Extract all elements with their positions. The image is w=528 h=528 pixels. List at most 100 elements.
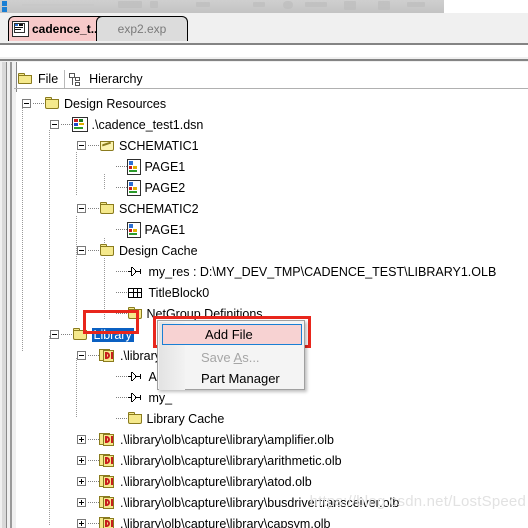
tree-row[interactable]: .\cadence_test1.dsn [49,114,204,135]
tree-row[interactable]: .\library\olb\capture\library\arithmetic… [77,450,342,471]
tab-hierarchy-label: Hierarchy [89,72,143,86]
tree-toggle-minus-icon[interactable] [49,120,59,129]
tree-row[interactable]: .\library [77,345,161,366]
tree-item-label: Library Cache [146,411,225,426]
tree-connector [115,271,127,272]
tree-connector [88,502,99,503]
tree-toggle-minus-icon[interactable] [77,141,86,150]
tree-connector [115,376,127,377]
tree-row[interactable]: Design Cache [77,240,198,261]
window-scroll-gutter[interactable] [2,62,7,528]
library-olb-icon [99,348,116,363]
tree-toggle-plus-icon[interactable] [77,477,86,486]
tree-connector [115,187,127,188]
tree-row[interactable]: .\library\olb\capture\library\atod.olb [77,471,312,492]
tree-row[interactable]: Design Resources [22,93,166,114]
design-file-icon [71,117,88,132]
schematic-page-icon [126,158,141,175]
tree-item-label: .\library [120,348,161,363]
schematic-page-icon [126,221,141,238]
tree-connector [115,397,127,398]
tree-row[interactable]: PAGE1 [105,219,185,240]
project-tree[interactable]: Design Resources .\cadence_test1.dsn SCHEM… [16,92,528,528]
tree-row[interactable]: .\library\olb\capture\library\capsym.olb [77,513,331,528]
tree-item-label: SCHEMATIC1 [119,138,199,153]
toolbar-ghost-button [378,1,390,10]
menu-item-part-manager[interactable]: Part Manager [159,367,305,390]
tree-connector [115,292,127,293]
tree-row[interactable]: PAGE2 [105,177,186,198]
library-olb-icon [99,516,116,528]
toolbar-ghost-button [253,2,265,7]
tree-guide [22,336,23,352]
toolbar-marker-icon [2,1,7,6]
folder-open-icon [99,138,115,153]
folder-icon [127,411,143,426]
tree-row[interactable]: .\library\olb\capture\library\busdrivert… [77,492,399,513]
tree-toggle-minus-icon[interactable] [77,351,86,360]
tab-label: cadence_t... [32,22,101,36]
tree-toggle-minus-icon[interactable] [22,99,31,108]
tree-connector [115,166,127,167]
toolbar-ghost-field [22,4,94,6]
tab-hierarchy[interactable]: Hierarchy [65,69,149,89]
tree-connector [60,334,72,335]
tree-item-label: Design Resources [64,96,167,111]
tree-item-label: PAGE1 [144,159,186,174]
tab-file-label: File [38,72,59,86]
toolbar-marker-icon [2,7,7,12]
tree-item-label: .\cadence_test1.dsn [91,117,204,132]
tree-item-label: .\library\olb\capture\library\arithmetic… [120,453,342,468]
tree-item-label: SCHEMATIC2 [119,201,199,216]
menu-item-save-as[interactable]: Save As... [159,346,305,369]
toolbar-ghost-button [344,1,356,10]
menu-item-add-file[interactable]: Add File [162,324,302,345]
tree-item-label: PAGE2 [144,180,186,195]
tree-connector [115,229,127,230]
part-pin-icon [127,391,145,405]
tabs-underline [14,88,528,89]
tree-guide [49,130,50,320]
tree-toggle-plus-icon[interactable] [77,435,86,444]
tree-item-label: .\library\olb\capture\library\capsym.olb [120,516,331,528]
tree-row[interactable]: SCHEMATIC2 [77,198,199,219]
library-olb-icon [99,495,116,510]
tree-toggle-minus-icon[interactable] [49,330,59,339]
tree-toggle-plus-icon[interactable] [77,498,86,507]
tree-toggle-minus-icon[interactable] [77,204,86,213]
tree-row[interactable]: my_ [105,387,172,408]
context-menu[interactable]: Add File Save As... Part Manager [157,320,305,390]
tree-connector [115,313,127,314]
application-toolbar[interactable] [0,0,444,14]
toolbar-ghost-button [196,2,210,7]
tree-row[interactable]: Library [49,324,134,345]
tree-connector [88,145,99,146]
tab-file[interactable]: File [14,69,64,89]
tab-cadence-test[interactable]: cadence_t... [8,16,106,41]
menu-item-label: Part Manager [201,371,280,386]
tree-toggle-plus-icon[interactable] [77,456,86,465]
tree-row[interactable]: SCHEMATIC1 [77,135,199,156]
document-tabstrip: cadence_t... exp2.exp [0,13,528,43]
tree-row[interactable]: my_res : D:\MY_DEV_TMP\CADENCE_TEST\LIBR… [105,261,496,282]
tree-row[interactable]: PAGE1 [105,156,186,177]
tree-connector [88,355,99,356]
tree-row[interactable]: TitleBlock0 [105,282,209,303]
toolbar-ghost-button [407,2,425,7]
tree-connector [88,439,99,440]
menu-item-label: Save As... [201,350,260,365]
design-file-icon [12,21,29,37]
panel-divider [0,59,528,61]
tree-row[interactable]: Library Cache [105,408,225,429]
title-block-icon [127,286,145,300]
tree-toggle-minus-icon[interactable] [77,246,86,255]
tree-guide [76,216,77,322]
tree-toggle-plus-icon[interactable] [77,519,86,528]
folder-icon [44,96,60,111]
tree-item-label: .\library\olb\capture\library\amplifier.… [120,432,334,447]
tree-row[interactable]: .\library\olb\capture\library\amplifier.… [77,429,334,450]
tree-connector [88,481,99,482]
menu-item-label: Add File [205,327,253,342]
hierarchy-icon [69,72,84,86]
tab-exp2[interactable]: exp2.exp [96,16,188,41]
